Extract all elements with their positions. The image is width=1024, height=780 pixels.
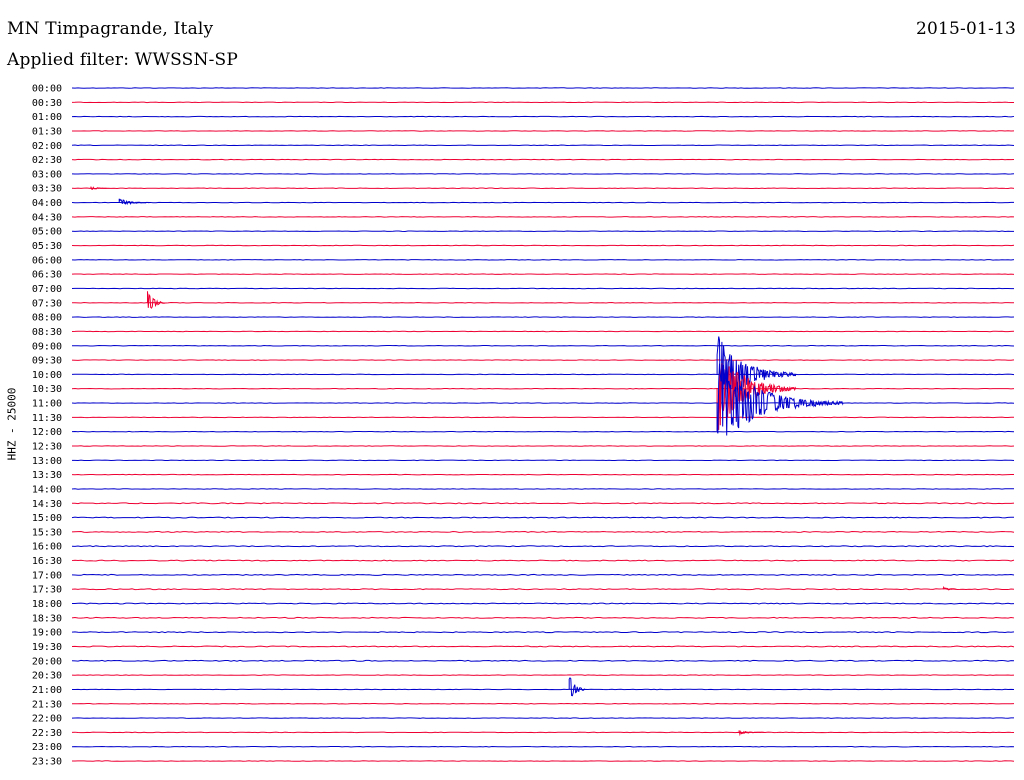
trace-line [71,430,1015,433]
row-time-label: 22:00 [32,714,62,725]
row-time-label: 21:30 [32,699,62,710]
row-time-label: 13:30 [32,470,62,481]
trace-line [71,545,1015,548]
row-time-label: 07:00 [32,284,62,295]
row-time-label: 20:00 [32,656,62,667]
row-time-label: 14:30 [32,499,62,510]
row-time-label: 04:00 [32,198,62,209]
trace-line [71,302,1015,304]
trace-line [71,201,1015,204]
row-time-label: 08:30 [32,327,62,338]
trace-line [71,703,1015,705]
row-time-label: 12:30 [32,442,62,453]
row-time-label: 21:00 [32,685,62,696]
trace-line [71,760,1015,762]
row-time-label: 01:00 [32,112,62,123]
trace-line [71,101,1014,104]
trace-line [71,387,1015,390]
row-time-label: 06:00 [32,255,62,266]
row-time-label: 17:00 [32,570,62,581]
trace-line [71,259,1015,261]
trace-line [71,115,1015,118]
trace-line [71,588,1015,591]
trace-line [71,244,1015,247]
seismic-event [147,291,167,309]
row-time-label: 18:30 [32,613,62,624]
trace-line [71,488,1015,490]
trace-line [71,373,1015,376]
trace-line [71,516,1015,519]
row-time-label: 10:00 [32,370,62,381]
trace-line [71,416,1015,419]
row-time-label: 12:00 [32,427,62,438]
row-time-label: 05:00 [32,227,62,238]
helicorder-plot: 00:00 00:30 01:00 01:30 02:00 02:30 03:00 03:30… [32,84,1015,768]
row-time-label: 03:00 [32,169,62,180]
trace-line [71,216,1015,218]
row-time-label: 11:00 [32,399,62,410]
row-time-label: 23:30 [32,757,62,768]
trace-line [71,144,1015,147]
trace-line [71,87,1015,89]
trace-line [71,316,1015,318]
trace-line [71,402,1015,404]
row-time-label: 04:30 [32,212,62,223]
trace-line [71,502,1015,505]
trace-line [71,345,1015,347]
row-time-label: 19:30 [32,642,62,653]
trace-line [71,674,1015,676]
row-time-label: 09:00 [32,341,62,352]
row-time-label: 05:30 [32,241,62,252]
seismic-event [568,677,586,697]
row-time-label: 16:30 [32,556,62,567]
trace-line [71,173,1015,175]
row-time-label: 14:00 [32,484,62,495]
row-time-label: 15:30 [32,527,62,538]
trace-line [71,445,1015,447]
row-time-label: 00:00 [32,84,62,95]
trace-line [71,187,1015,189]
trace-line [71,731,1015,734]
row-time-label: 02:00 [32,141,62,152]
row-time-label: 18:00 [32,599,62,610]
row-time-label: 02:30 [32,155,62,166]
trace-line [71,573,1015,576]
row-time-label: 03:30 [32,184,62,195]
trace-line [71,459,1015,462]
trace-line [71,230,1015,232]
trace-line [71,330,1015,333]
row-time-label: 22:30 [32,728,62,739]
row-time-label: 23:00 [32,742,62,753]
row-time-label: 00:30 [32,98,62,109]
trace-line [71,616,1015,619]
row-time-label: 10:30 [32,384,62,395]
row-time-label: 13:00 [32,456,62,467]
trace-line [71,530,1015,533]
row-time-label: 07:30 [32,298,62,309]
row-time-label: 20:30 [32,671,62,682]
trace-line [71,158,1015,161]
trace-line [71,602,1015,605]
row-time-label: 06:30 [32,270,62,281]
trace-line [71,631,1015,634]
row-time-label: 19:00 [32,628,62,639]
row-time-label: 09:30 [32,356,62,367]
row-time-label: 08:00 [32,313,62,324]
row-time-label: 11:30 [32,413,62,424]
trace-line [71,659,1015,662]
trace-line [71,688,1015,691]
trace-line [71,473,1015,476]
trace-line [71,359,1015,361]
row-time-label: 01:30 [32,126,62,137]
row-time-label: 15:00 [32,513,62,524]
row-time-label: 16:00 [32,542,62,553]
trace-line [71,273,1015,275]
trace-line [71,717,1015,719]
row-time-label: 17:30 [32,585,62,596]
trace-line [71,287,1015,290]
trace-line [71,645,1015,648]
trace-line [71,559,1015,562]
